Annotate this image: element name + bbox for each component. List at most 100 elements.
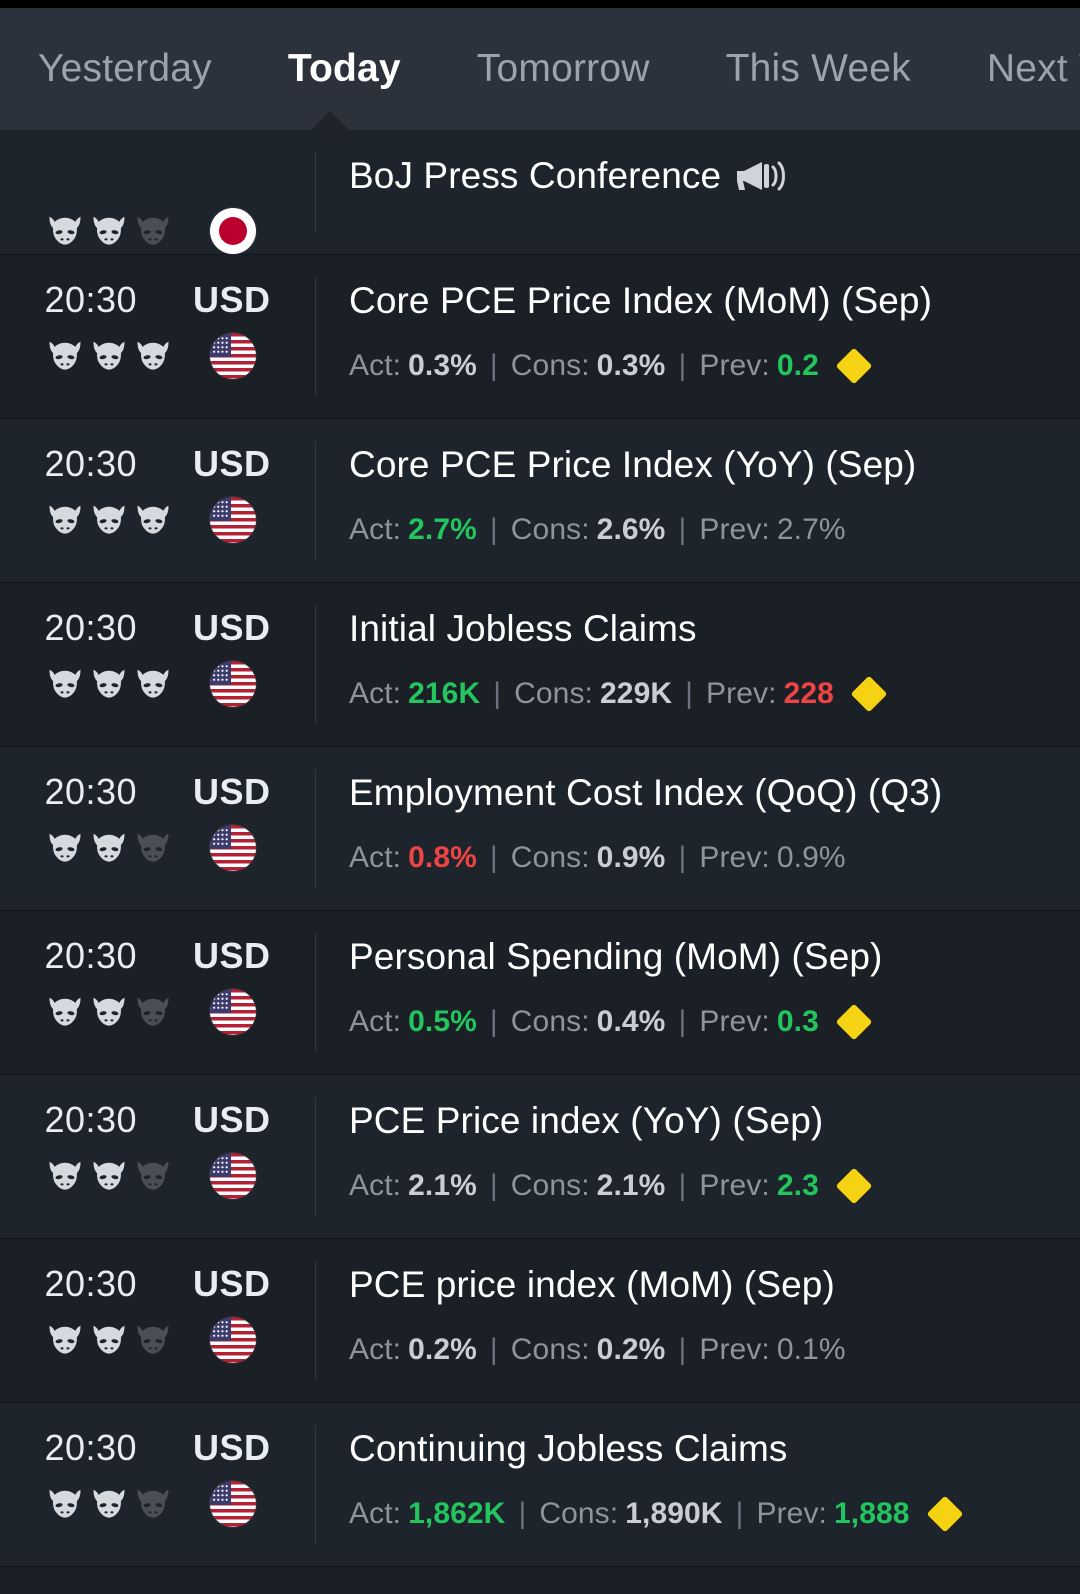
event-row[interactable]: 20:30 USD Core PCE Price Index (YoY) (Sep)… — [0, 419, 1080, 583]
bull-impact-icon — [49, 997, 81, 1026]
consensus-value-group: Cons: 0.9% — [511, 841, 666, 875]
revision-badge-icon[interactable] — [835, 347, 873, 385]
revision-badge-icon[interactable] — [835, 1167, 873, 1205]
stat-separator: | — [489, 348, 498, 382]
economic-calendar-screen: Yesterday Today Tomorrow This Week Next W Bo… — [0, 0, 1080, 1594]
event-title: PCE Price index (YoY) (Sep) — [349, 1099, 1056, 1143]
event-currency: USD — [193, 935, 271, 976]
stat-separator: | — [518, 1496, 527, 1530]
column-divider — [315, 441, 316, 560]
event-time: 20:30 — [44, 1099, 138, 1140]
event-time-currency — [0, 154, 315, 198]
actual-value-group: Act: 2.1% — [349, 1169, 477, 1203]
tab-next-w[interactable]: Next W — [987, 47, 1080, 91]
us-flag-icon — [209, 825, 256, 871]
event-impact-and-flag — [0, 497, 315, 543]
bull-impact-icon — [49, 1489, 81, 1518]
actual-label: Act: — [349, 676, 402, 710]
stat-separator: | — [678, 1004, 687, 1038]
consensus-value-group: Cons: 1,890K — [539, 1497, 722, 1531]
event-stats: Act: 0.5% | Cons: 0.4% | Prev: 0.3 — [349, 1003, 1056, 1041]
event-meta: 20:30 USD — [0, 1239, 315, 1363]
event-currency: USD — [193, 1427, 271, 1468]
event-content: Core PCE Price Index (YoY) (Sep) Act: 2.7%… — [315, 419, 1080, 567]
actual-value-group: Act: 0.8% — [349, 841, 477, 875]
actual-value: 0.3% — [408, 348, 477, 382]
event-row[interactable]: 20:30 USD PCE price index (MoM) (Sep) Act: 0… — [0, 1239, 1080, 1403]
stat-separator: | — [489, 1332, 498, 1366]
tab-today[interactable]: Today — [288, 47, 401, 91]
event-row[interactable]: 20:30 USD Initial Jobless Claims Act: 216K | C… — [0, 583, 1080, 747]
event-stats: Act: 0.8% | Cons: 0.9% | Prev: 0.9% — [349, 841, 1056, 875]
previous-value: 0.9% — [776, 840, 846, 874]
event-stats: Act: 1,862K | Cons: 1,890K | Prev: 1,888 — [349, 1495, 1056, 1533]
tab-tomorrow[interactable]: Tomorrow — [477, 47, 650, 91]
bull-impact-icon — [49, 1325, 81, 1354]
event-row[interactable]: 20:30 USD Personal Spending (MoM) (Sep) Act… — [0, 911, 1080, 1075]
previous-label: Prev: — [699, 840, 770, 874]
actual-label: Act: — [349, 1496, 402, 1530]
impact-rating — [30, 503, 180, 537]
bull-impact-icon — [93, 1161, 125, 1190]
event-title-text: Core PCE Price Index (MoM) (Sep) — [349, 280, 933, 321]
actual-value: 2.1% — [408, 1168, 477, 1202]
event-currency: USD — [193, 771, 271, 812]
event-row[interactable]: 20:30 USD PCE Price index (YoY) (Sep) Act: 2… — [0, 1075, 1080, 1239]
event-row[interactable]: 20:30 USD Employment Cost Index (QoQ) (Q3)… — [0, 747, 1080, 911]
event-meta: 20:30 USD — [0, 1403, 315, 1527]
event-stats: Act: 2.7% | Cons: 2.6% | Prev: 2.7% — [349, 513, 1056, 547]
event-time-currency: 20:30 USD — [0, 279, 315, 323]
us-flag-icon — [209, 1153, 256, 1199]
impact-rating — [30, 1323, 180, 1357]
event-meta: 20:30 USD — [0, 747, 315, 871]
previous-value: 2.7% — [776, 512, 846, 546]
event-row[interactable]: BoJ Press Conference — [0, 130, 1080, 255]
event-list: BoJ Press Conference 20:30 USD Core PCE Pri… — [0, 130, 1080, 1567]
event-stats: Act: 0.3% | Cons: 0.3% | Prev: 0.2 — [349, 347, 1056, 385]
country-flag — [180, 333, 285, 379]
previous-value-group: Prev: 2.3 — [699, 1169, 819, 1203]
event-title: Core PCE Price Index (YoY) (Sep) — [349, 443, 1056, 487]
revision-badge-icon[interactable] — [850, 675, 888, 713]
previous-label: Prev: — [699, 348, 770, 382]
revision-badge-icon[interactable] — [926, 1495, 963, 1533]
column-divider — [315, 1261, 316, 1380]
event-content: Initial Jobless Claims Act: 216K | Cons: 229K… — [315, 583, 1080, 731]
bull-impact-icon — [137, 669, 169, 698]
event-row[interactable]: 20:30 USD Continuing Jobless Claims Act: 1,8… — [0, 1403, 1080, 1567]
event-currency: USD — [193, 279, 271, 320]
impact-rating — [30, 831, 180, 865]
event-time-currency: 20:30 USD — [0, 935, 315, 979]
tab-this-week[interactable]: This Week — [726, 47, 911, 91]
consensus-value: 2.6% — [596, 512, 666, 546]
actual-label: Act: — [349, 840, 402, 874]
event-content: Core PCE Price Index (MoM) (Sep) Act: 0.3%… — [315, 255, 1080, 403]
consensus-value: 0.2% — [596, 1332, 666, 1366]
event-title: Core PCE Price Index (MoM) (Sep) — [349, 279, 1056, 323]
event-title-text: Core PCE Price Index (YoY) (Sep) — [349, 444, 917, 485]
event-time-currency: 20:30 USD — [0, 1263, 315, 1307]
event-row[interactable]: 20:30 USD Core PCE Price Index (MoM) (Sep)… — [0, 255, 1080, 419]
column-divider — [315, 152, 316, 232]
event-content: PCE Price index (YoY) (Sep) Act: 2.1% | Cons… — [315, 1075, 1080, 1223]
event-impact-and-flag — [0, 333, 315, 379]
date-filter-tabbar[interactable]: Yesterday Today Tomorrow This Week Next W — [0, 8, 1080, 130]
bull-impact-icon — [137, 1161, 169, 1190]
event-content: Continuing Jobless Claims Act: 1,862K | Cons… — [315, 1403, 1080, 1551]
actual-value: 0.2% — [408, 1332, 477, 1366]
consensus-value-group: Cons: 2.6% — [511, 513, 666, 547]
event-time: 20:30 — [44, 1427, 138, 1468]
event-currency: USD — [193, 443, 271, 484]
tab-yesterday[interactable]: Yesterday — [38, 47, 212, 91]
revision-badge-icon[interactable] — [835, 1003, 873, 1041]
bull-impact-icon — [93, 833, 125, 862]
event-title-text: Continuing Jobless Claims — [349, 1428, 788, 1469]
event-time-currency: 20:30 USD — [0, 607, 315, 651]
stat-separator: | — [678, 1168, 687, 1202]
bull-impact-icon — [49, 833, 81, 862]
bull-impact-icon — [93, 216, 125, 245]
column-divider — [315, 1097, 316, 1216]
event-stats: Act: 2.1% | Cons: 2.1% | Prev: 2.3 — [349, 1167, 1056, 1205]
event-content: Employment Cost Index (QoQ) (Q3) Act: 0.8%… — [315, 747, 1080, 895]
event-content: BoJ Press Conference — [315, 130, 1080, 218]
